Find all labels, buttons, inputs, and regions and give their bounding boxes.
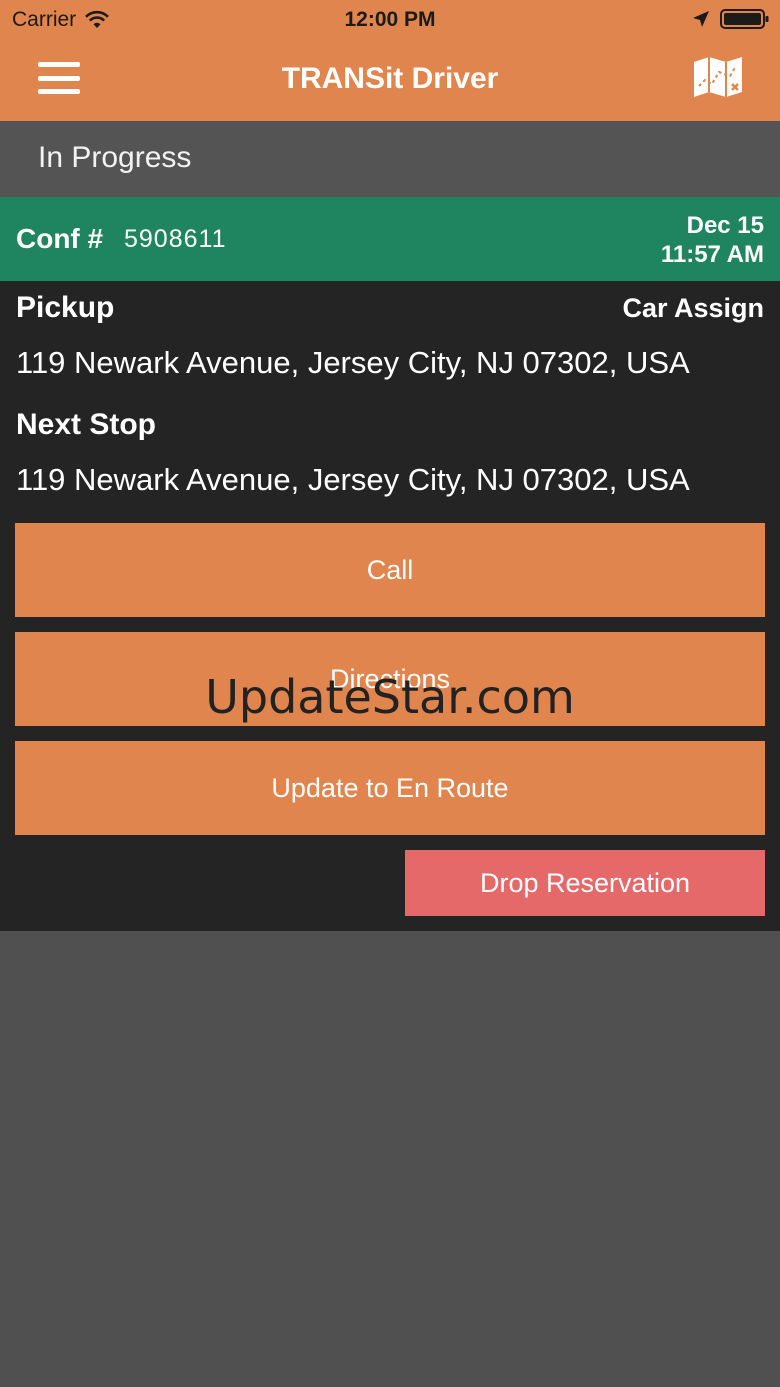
reservation-date: Dec 15 <box>686 212 764 239</box>
reservation-time: 11:57 AM <box>660 241 764 268</box>
car-assign-label: Car Assign <box>622 293 764 323</box>
status-time: 12:00 PM <box>344 8 436 31</box>
location-arrow-icon <box>693 11 709 27</box>
drop-reservation-button[interactable]: Drop Reservation <box>405 850 765 916</box>
top-bar: Carrier 12:00 PM TRANSit Driver <box>0 0 780 121</box>
conf-number: 5908611 <box>124 225 227 253</box>
pickup-address: 119 Newark Avenue, Jersey City, NJ 07302… <box>16 345 690 380</box>
reservation-datetime: Dec 15 11:57 AM <box>661 211 764 269</box>
pickup-label: Pickup <box>16 291 115 324</box>
app-title: TRANSit Driver <box>281 62 499 95</box>
call-button[interactable]: Call <box>15 523 765 617</box>
update-en-route-button[interactable]: Update to En Route <box>15 741 765 835</box>
directions-button[interactable]: Directions <box>15 632 765 726</box>
battery-icon <box>720 9 769 29</box>
conf-label: Conf # <box>16 223 104 254</box>
section-header: In Progress <box>0 121 780 197</box>
next-stop-address: 119 Newark Avenue, Jersey City, NJ 07302… <box>16 462 690 497</box>
section-title: In Progress <box>38 141 192 174</box>
status-right <box>692 8 770 30</box>
next-stop-label: Next Stop <box>16 408 157 441</box>
confirmation-bar: Conf # 5908611 Dec 15 11:57 AM <box>0 197 780 281</box>
reservation-card: Conf # 5908611 Dec 15 11:57 AM Pickup Ca… <box>0 197 780 931</box>
map-icon[interactable] <box>692 56 744 98</box>
